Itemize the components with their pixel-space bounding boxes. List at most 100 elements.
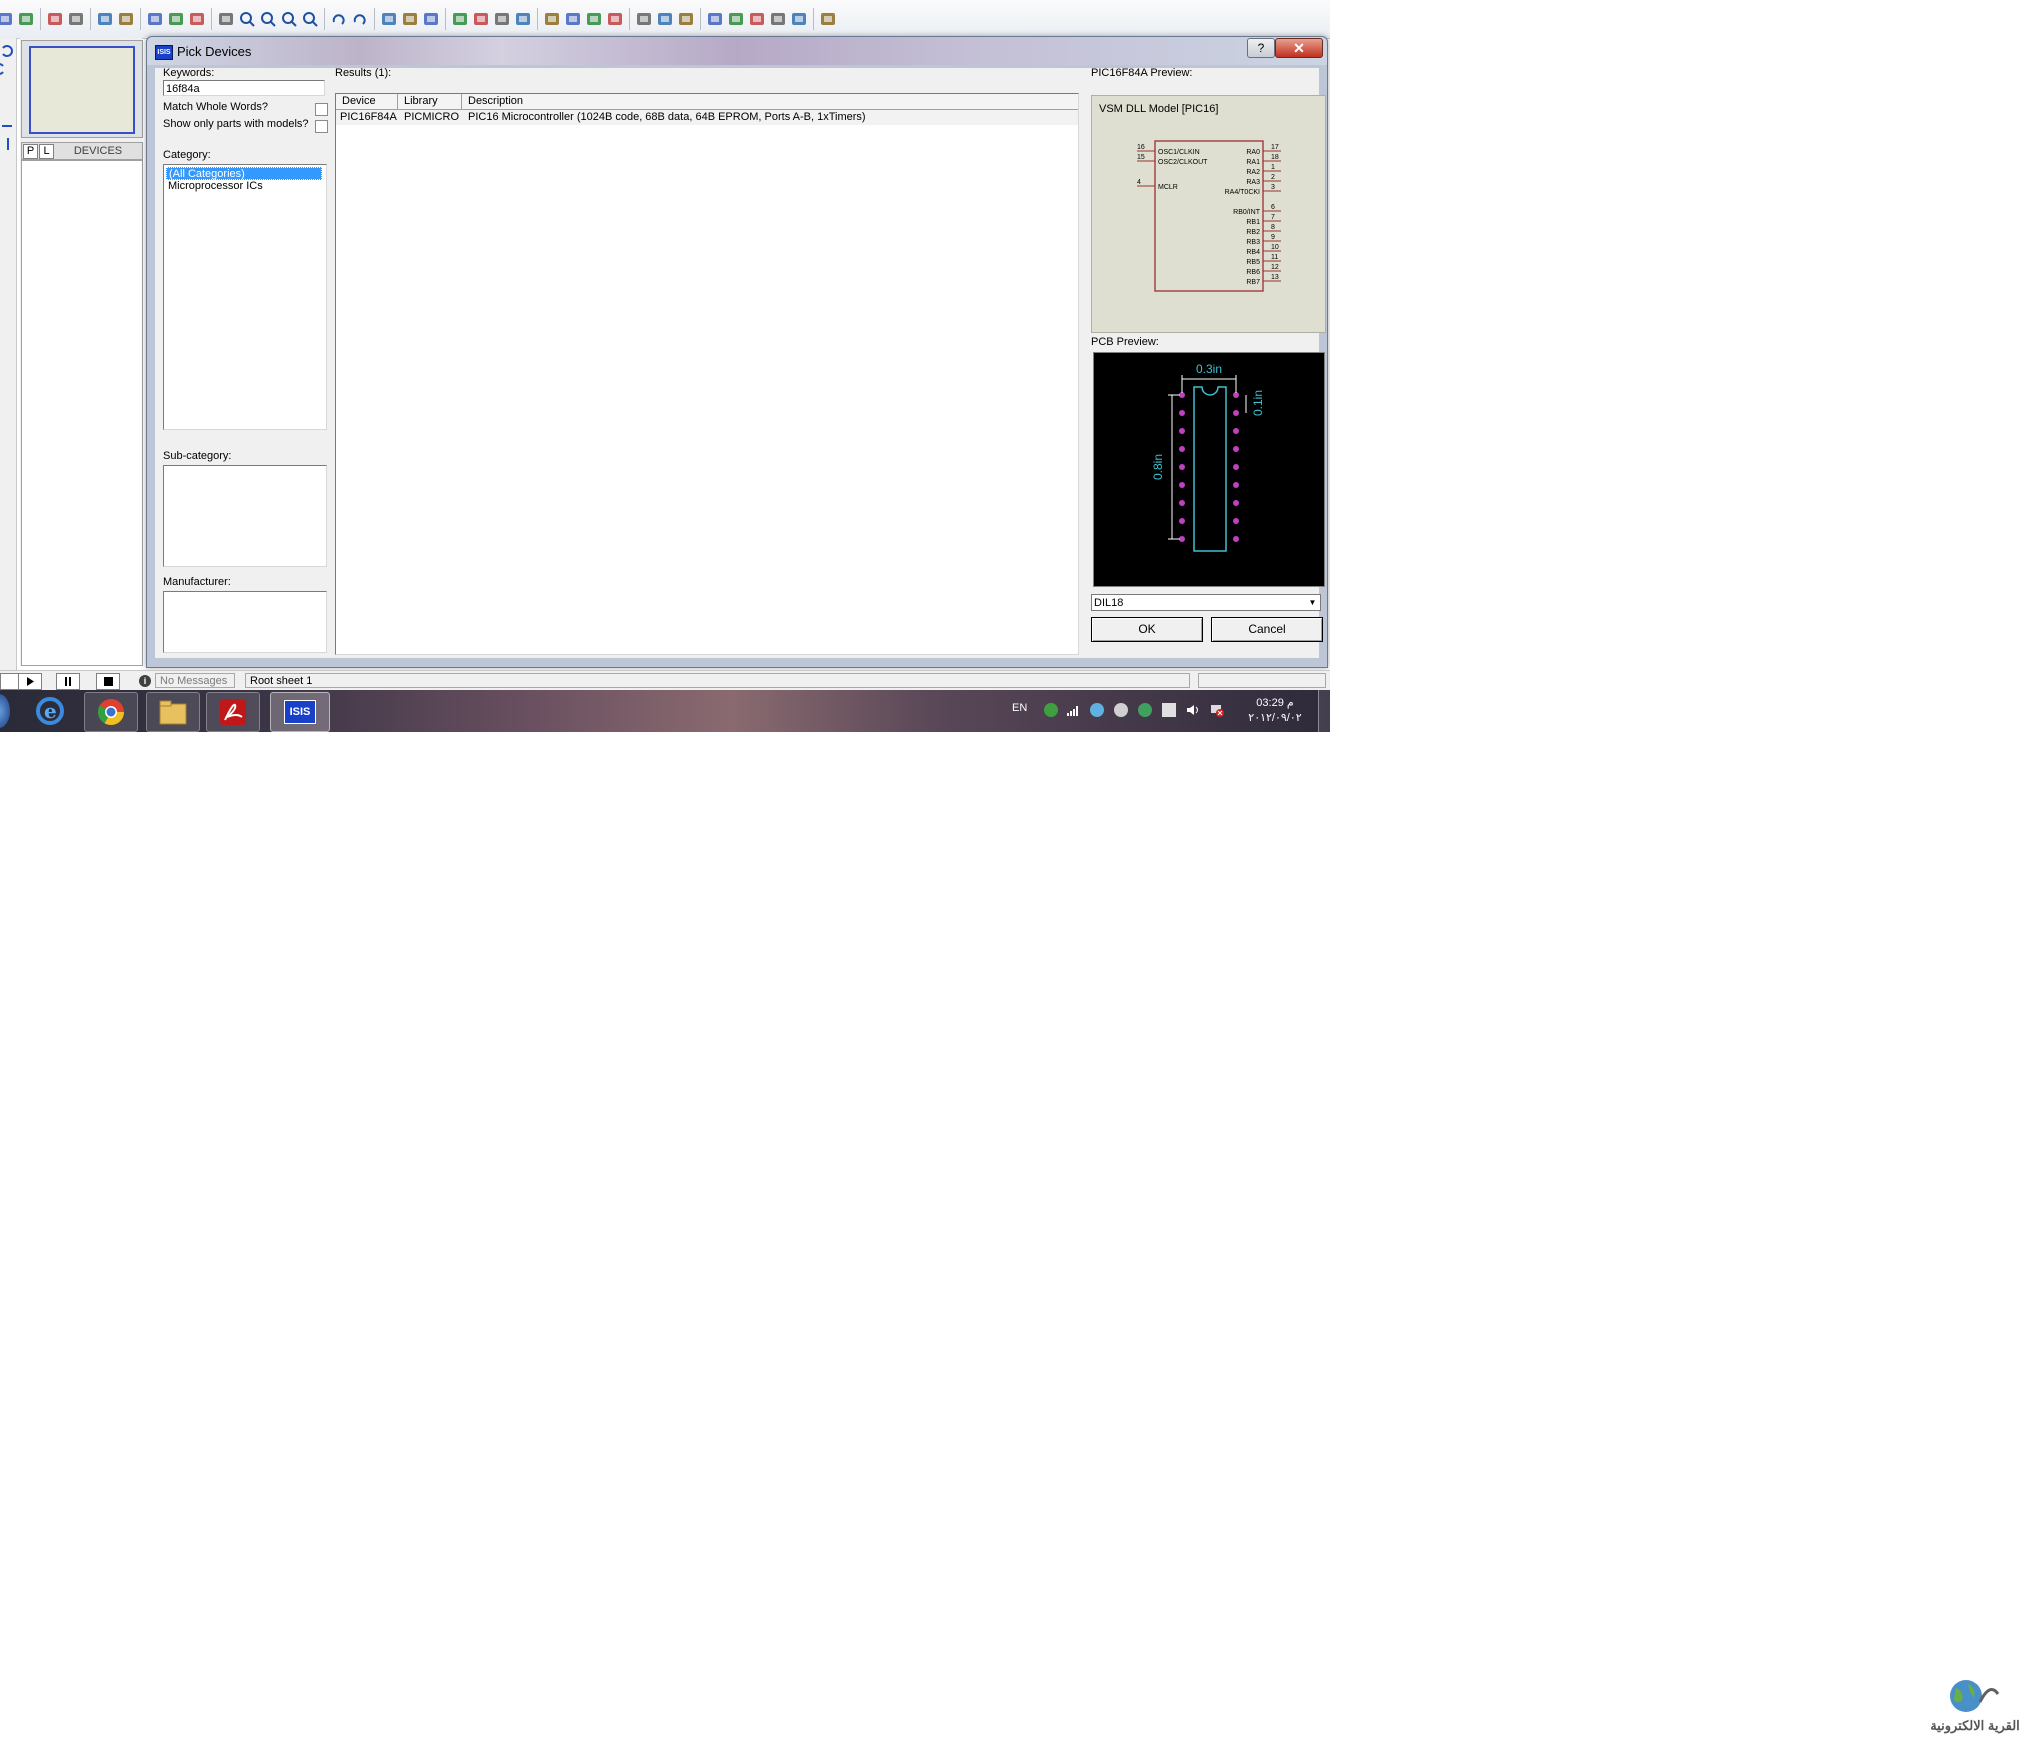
volume-icon[interactable] [1186,703,1200,717]
language-indicator[interactable]: EN [1012,702,1027,714]
zoom-in-icon[interactable] [238,10,256,28]
status-bar: i No Messages Root sheet 1 [0,670,1330,691]
acrobat-icon [220,699,246,725]
stop-button[interactable] [96,673,120,690]
taskbar-item-chrome[interactable] [84,692,138,732]
close-button[interactable]: ✕ [1275,38,1323,58]
ok-button[interactable]: OK [1091,617,1203,642]
help-button[interactable]: ? [1247,38,1275,58]
show-models-checkbox[interactable] [315,120,328,133]
category-item-microprocessor[interactable]: Microprocessor ICs [166,180,263,193]
pin-number: 10 [1271,244,1279,251]
pause-icon [65,677,71,686]
rotate-icons[interactable] [0,38,16,158]
block-delete-icon[interactable] [514,10,532,28]
play-button[interactable] [18,673,42,690]
decompose-icon[interactable] [606,10,624,28]
import-icon[interactable] [46,10,64,28]
keywords-input[interactable]: 16f84a [163,80,325,96]
pick-device-icon[interactable] [543,10,561,28]
packaging-tool-icon[interactable] [585,10,603,28]
signal-icon[interactable] [1066,703,1080,717]
open-icon[interactable] [0,10,14,28]
taskbar-item-acrobat[interactable] [206,692,260,732]
chevron-down-icon[interactable]: ▼ [1306,596,1319,609]
cut-icon[interactable] [380,10,398,28]
block-move-icon[interactable] [472,10,490,28]
pin-number: 18 [1271,154,1279,161]
info-tray-icon[interactable] [1044,703,1058,717]
network-error-icon[interactable] [1210,703,1224,717]
device-selector-header: P L DEVICES [21,142,143,160]
overview-window[interactable] [21,40,143,138]
zoom-all-icon[interactable] [280,10,298,28]
search-tag-icon[interactable] [656,10,674,28]
start-button[interactable] [0,694,10,728]
device-icon[interactable] [1162,703,1176,717]
taskbar-item-explorer[interactable] [146,692,200,732]
block-copy-icon[interactable] [451,10,469,28]
mode-toolbar [0,38,17,670]
pin-number: 13 [1271,274,1279,281]
pick-devices-dialog: ISIS Pick Devices ? ✕ Keywords: 16f84a M… [146,36,1328,668]
grid-icon[interactable] [167,10,185,28]
messages-field[interactable]: No Messages [155,673,235,688]
make-device-icon[interactable] [564,10,582,28]
isis-icon: ISIS [284,700,316,724]
zoom-out-icon[interactable] [259,10,277,28]
table-row[interactable]: PIC16F84A PICMICRO PIC16 Microcontroller… [336,110,1078,125]
cancel-button[interactable]: Cancel [1211,617,1323,642]
clock-date: ٢٠١٢/٠٩/٠٢ [1248,712,1302,724]
manufacturer-label: Manufacturer: [163,576,231,588]
wire-autorouter-icon[interactable] [635,10,653,28]
bill-of-materials-icon[interactable] [769,10,787,28]
origin-icon[interactable] [188,10,206,28]
category-item-all[interactable]: (All Categories) [166,167,322,180]
pad [1179,446,1185,452]
pcb-preview: 0.3in 0.8in 0.1in [1093,352,1325,587]
paste-icon[interactable] [422,10,440,28]
results-table[interactable]: Device Library Description PIC16F84A PIC… [335,93,1079,655]
save-icon[interactable] [17,10,35,28]
electrical-rules-icon[interactable] [790,10,808,28]
dialog-titlebar[interactable]: ISIS Pick Devices ? ✕ [147,37,1327,65]
zoom-area-icon[interactable] [301,10,319,28]
package-select[interactable]: DIL18 ▼ [1091,594,1321,611]
subcategory-list[interactable] [163,465,327,567]
pin-name: RB1 [1246,219,1260,226]
print-icon[interactable] [96,10,114,28]
clock[interactable]: 03:29 م ٢٠١٢/٠٩/٠٢ [1240,696,1310,726]
print-area-icon[interactable] [117,10,135,28]
manufacturer-list[interactable] [163,591,327,653]
copy-icon[interactable] [401,10,419,28]
remove-sheet-icon[interactable] [727,10,745,28]
undo-icon[interactable] [330,10,348,28]
stop-icon [104,677,113,686]
device-list[interactable] [21,160,143,666]
network-icon[interactable] [1090,703,1104,717]
pick-button[interactable]: P [23,144,38,159]
pause-button[interactable] [56,673,80,690]
column-description[interactable]: Description [462,94,1078,109]
category-list[interactable]: (All Categories) Microprocessor ICs [163,164,327,430]
column-library[interactable]: Library [398,94,462,109]
new-sheet-icon[interactable] [706,10,724,28]
goto-child-icon[interactable] [748,10,766,28]
update-icon[interactable] [1138,703,1152,717]
search-tray-icon[interactable] [1114,703,1128,717]
library-button[interactable]: L [39,144,54,159]
pin-name: RB0/INT [1233,209,1261,216]
column-device[interactable]: Device [336,94,398,109]
taskbar-item-isis[interactable]: ISIS [270,692,330,732]
netlist-to-ares-icon[interactable] [819,10,837,28]
pin-name: OSC1/CLKIN [1158,149,1200,156]
taskbar-item-ie[interactable]: e [24,692,76,730]
export-icon[interactable] [67,10,85,28]
block-rotate-icon[interactable] [493,10,511,28]
pan-icon[interactable] [217,10,235,28]
redo-icon[interactable] [351,10,369,28]
property-tool-icon[interactable] [677,10,695,28]
match-whole-words-checkbox[interactable] [315,103,328,116]
show-desktop-button[interactable] [1318,690,1330,732]
refresh-icon[interactable] [146,10,164,28]
